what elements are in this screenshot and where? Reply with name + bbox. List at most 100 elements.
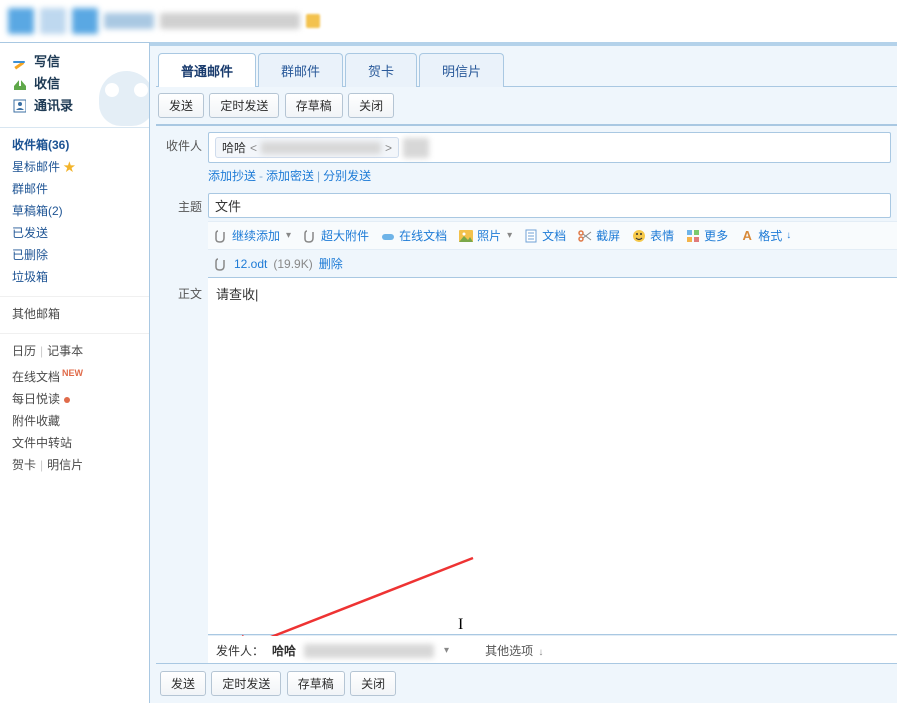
chevron-down-icon: ▾ <box>286 230 291 241</box>
new-badge: NEW <box>62 368 83 378</box>
compose-tabs: 普通邮件 群邮件 贺卡 明信片 <box>156 46 897 86</box>
other-options[interactable]: 其他选项 ↓ <box>485 642 543 659</box>
add-cc-link[interactable]: 添加抄送 <box>208 169 256 183</box>
sidebar-item-deleted[interactable]: 已删除 <box>12 244 137 266</box>
body-text: 请查收 <box>216 287 258 302</box>
redacted-text <box>160 13 300 29</box>
attachment-row: 12.odt (19.9K) 删除 <box>208 249 897 277</box>
online-doc-label: 在线文档 <box>399 227 447 244</box>
close-button-bottom[interactable]: 关闭 <box>350 671 396 696</box>
emoji-tool[interactable]: 表情 <box>632 227 674 244</box>
scissors-icon <box>578 229 592 243</box>
sidebar-item-greeting[interactable]: 贺卡 <box>12 458 36 472</box>
screenshot-tool[interactable]: 截屏 <box>578 227 620 244</box>
logo-part <box>8 8 34 34</box>
utils-section: 日历|记事本 在线文档NEW 每日悦读 附件收藏 文件中转站 贺卡|明信片 <box>0 334 149 484</box>
add-bcc-link[interactable]: 添加密送 <box>266 169 314 183</box>
recipient-name: 哈哈 <box>222 139 246 156</box>
tab-normal-mail[interactable]: 普通邮件 <box>158 53 256 87</box>
tab-group-mail[interactable]: 群邮件 <box>258 53 343 87</box>
more-tool[interactable]: 更多 <box>686 227 728 244</box>
chevron-down-icon[interactable]: ▾ <box>444 645 449 656</box>
sidebar-item-online-doc[interactable]: 在线文档NEW <box>12 362 137 388</box>
format-label: 格式 <box>758 227 782 244</box>
attachment-delete[interactable]: 删除 <box>319 255 343 272</box>
big-attachment[interactable]: 超大附件 <box>303 227 369 244</box>
sidebar-item-group[interactable]: 群邮件 <box>12 178 137 200</box>
paperclip-icon <box>303 229 317 243</box>
compose-label: 写信 <box>34 51 60 73</box>
content-area: 普通邮件 群邮件 贺卡 明信片 发送 定时发送 存草稿 关闭 收件人 哈哈 <> <box>150 42 897 703</box>
photo-label: 照片 <box>477 227 501 244</box>
format-icon: A <box>740 229 754 243</box>
inbox-icon <box>12 77 26 91</box>
contacts-label: 通讯录 <box>34 95 73 117</box>
sidebar-item-inbox[interactable]: 收件箱(36) <box>12 134 137 156</box>
recipient-sublinks: 添加抄送-添加密送|分别发送 <box>208 167 891 184</box>
logo-part <box>72 8 98 34</box>
contacts-icon <box>12 99 26 113</box>
starred-label: 星标邮件 <box>12 160 60 174</box>
app-header <box>0 0 897 42</box>
top-toolbar: 发送 定时发送 存草稿 关闭 <box>156 86 897 125</box>
subject-label: 主题 <box>156 193 208 215</box>
other-options-label: 其他选项 <box>485 644 533 658</box>
sender-name: 哈哈 <box>272 642 296 659</box>
redacted-text <box>403 138 429 158</box>
photo-tool[interactable]: 照片 ▾ <box>459 227 512 244</box>
bottom-toolbar: 发送 定时发送 存草稿 关闭 <box>156 663 897 703</box>
continue-add-attach[interactable]: 继续添加 ▾ <box>214 227 291 244</box>
save-draft-button[interactable]: 存草稿 <box>285 93 343 118</box>
other-mailboxes-section: 其他邮箱 <box>0 297 149 334</box>
recipient-pill[interactable]: 哈哈 <> <box>215 137 399 158</box>
body-editor[interactable]: 请查收 I <box>208 277 897 635</box>
sidebar-row-calendar: 日历|记事本 <box>12 340 137 362</box>
attachment-name[interactable]: 12.odt <box>234 257 267 271</box>
sidebar-row-greeting: 贺卡|明信片 <box>12 454 137 476</box>
separate-send-link[interactable]: 分别发送 <box>323 169 371 183</box>
sidebar-item-postcard[interactable]: 明信片 <box>47 458 83 472</box>
recipient-input[interactable]: 哈哈 <> <box>208 132 891 163</box>
save-draft-button-bottom[interactable]: 存草稿 <box>287 671 345 696</box>
recipient-label: 收件人 <box>156 132 208 154</box>
big-attach-label: 超大附件 <box>321 227 369 244</box>
more-label: 更多 <box>704 227 728 244</box>
sidebar-item-other-mailboxes[interactable]: 其他邮箱 <box>12 303 137 325</box>
subject-row: 主题 <box>156 187 897 221</box>
pencil-icon <box>12 55 26 69</box>
redacted-text <box>104 13 154 29</box>
chevron-down-icon: ↓ <box>538 647 543 658</box>
sidebar-item-calendar[interactable]: 日历 <box>12 344 36 358</box>
paperclip-icon <box>214 257 228 271</box>
daily-read-label: 每日悦读 <box>12 392 60 406</box>
sidebar-item-sent[interactable]: 已发送 <box>12 222 137 244</box>
emoji-label: 表情 <box>650 227 674 244</box>
sidebar-item-fav-attach[interactable]: 附件收藏 <box>12 410 137 432</box>
emoji-icon <box>632 229 646 243</box>
sidebar-item-file-transfer[interactable]: 文件中转站 <box>12 432 137 454</box>
compose-button[interactable]: 写信 <box>12 51 137 73</box>
subject-input[interactable] <box>208 193 891 218</box>
mascot-bg <box>99 71 149 126</box>
send-button-bottom[interactable]: 发送 <box>160 671 206 696</box>
sidebar-item-spam[interactable]: 垃圾箱 <box>12 266 137 288</box>
sidebar: 写信 收信 通讯录 收件箱(36) 星标邮件 ★ 群邮件 草稿箱(2) 已发送 … <box>0 42 150 703</box>
format-tool[interactable]: A 格式↓ <box>740 227 791 244</box>
close-button[interactable]: 关闭 <box>348 93 394 118</box>
online-doc-tool[interactable]: 在线文档 <box>381 227 447 244</box>
tab-postcard[interactable]: 明信片 <box>419 53 504 87</box>
grid-icon <box>686 229 700 243</box>
text-cursor-icon: I <box>458 616 463 634</box>
timed-send-button[interactable]: 定时发送 <box>209 93 279 118</box>
doc-tool[interactable]: 文档 <box>524 227 566 244</box>
tab-greeting[interactable]: 贺卡 <box>345 53 417 87</box>
sidebar-item-daily-read[interactable]: 每日悦读 <box>12 388 137 410</box>
sidebar-item-starred[interactable]: 星标邮件 ★ <box>12 156 137 178</box>
timed-send-button-bottom[interactable]: 定时发送 <box>211 671 281 696</box>
annotation-arrow <box>208 278 897 636</box>
continue-add-label: 继续添加 <box>232 227 280 244</box>
chevron-down-icon: ▾ <box>507 230 512 241</box>
send-button[interactable]: 发送 <box>158 93 204 118</box>
sidebar-item-notepad[interactable]: 记事本 <box>47 344 83 358</box>
sidebar-item-drafts[interactable]: 草稿箱(2) <box>12 200 137 222</box>
